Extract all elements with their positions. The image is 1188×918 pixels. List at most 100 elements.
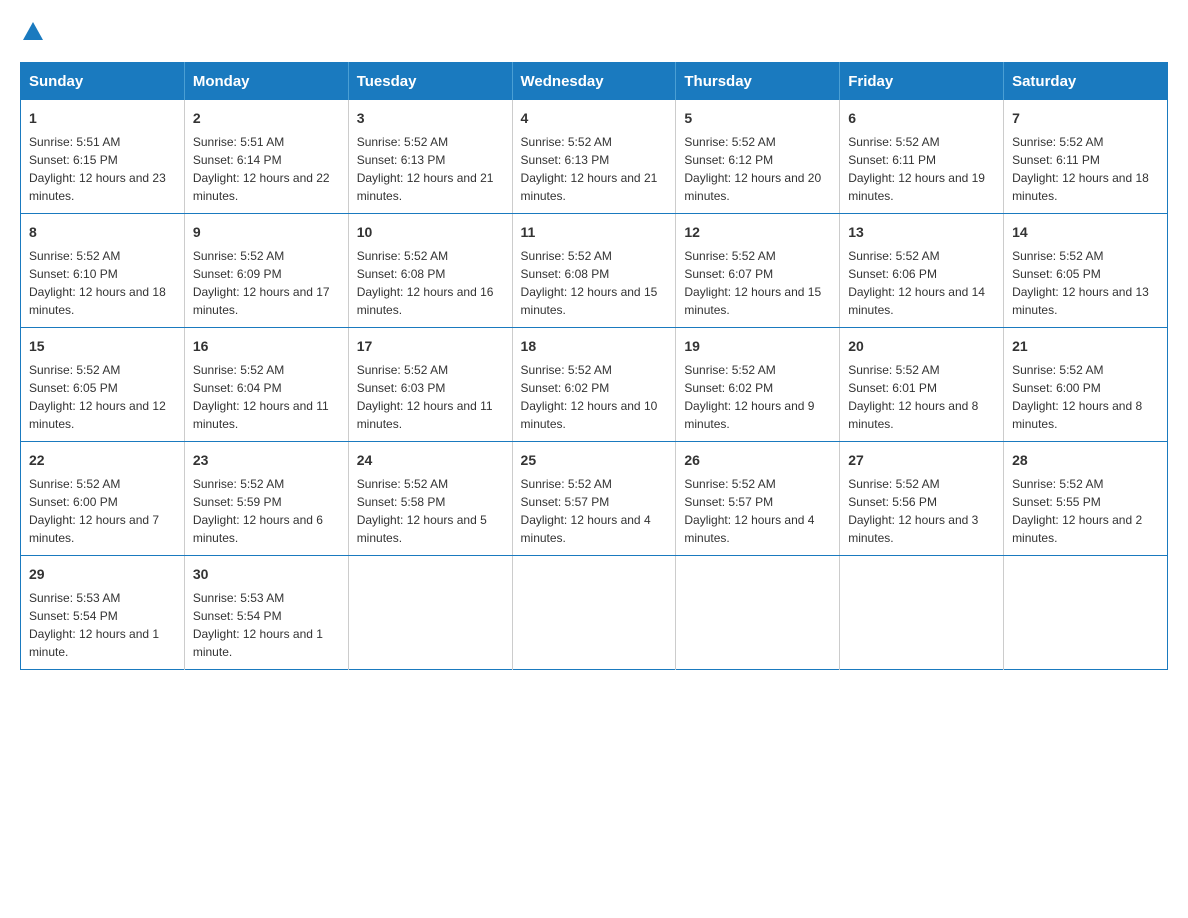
day-number: 30 (193, 564, 340, 585)
calendar-cell (840, 556, 1004, 670)
day-number: 8 (29, 222, 176, 243)
calendar-cell: 9 Sunrise: 5:52 AMSunset: 6:09 PMDayligh… (184, 214, 348, 328)
day-number: 22 (29, 450, 176, 471)
day-info: Sunrise: 5:52 AMSunset: 5:57 PMDaylight:… (521, 477, 651, 545)
weekday-header-monday: Monday (184, 63, 348, 101)
day-info: Sunrise: 5:51 AMSunset: 6:15 PMDaylight:… (29, 135, 166, 203)
calendar-cell: 19 Sunrise: 5:52 AMSunset: 6:02 PMDaylig… (676, 328, 840, 442)
calendar-week-row: 1 Sunrise: 5:51 AMSunset: 6:15 PMDayligh… (21, 100, 1168, 214)
weekday-header-wednesday: Wednesday (512, 63, 676, 101)
day-info: Sunrise: 5:52 AMSunset: 6:08 PMDaylight:… (357, 249, 494, 317)
day-number: 3 (357, 108, 504, 129)
calendar-cell: 26 Sunrise: 5:52 AMSunset: 5:57 PMDaylig… (676, 442, 840, 556)
calendar-cell: 28 Sunrise: 5:52 AMSunset: 5:55 PMDaylig… (1004, 442, 1168, 556)
day-info: Sunrise: 5:52 AMSunset: 6:01 PMDaylight:… (848, 363, 978, 431)
day-number: 27 (848, 450, 995, 471)
calendar-cell: 14 Sunrise: 5:52 AMSunset: 6:05 PMDaylig… (1004, 214, 1168, 328)
day-info: Sunrise: 5:52 AMSunset: 6:11 PMDaylight:… (848, 135, 985, 203)
day-number: 13 (848, 222, 995, 243)
day-info: Sunrise: 5:52 AMSunset: 6:02 PMDaylight:… (684, 363, 814, 431)
calendar-table: SundayMondayTuesdayWednesdayThursdayFrid… (20, 62, 1168, 670)
weekday-header-tuesday: Tuesday (348, 63, 512, 101)
weekday-header-saturday: Saturday (1004, 63, 1168, 101)
logo (20, 20, 44, 42)
day-number: 11 (521, 222, 668, 243)
day-info: Sunrise: 5:52 AMSunset: 6:02 PMDaylight:… (521, 363, 658, 431)
calendar-week-row: 15 Sunrise: 5:52 AMSunset: 6:05 PMDaylig… (21, 328, 1168, 442)
day-number: 10 (357, 222, 504, 243)
day-number: 6 (848, 108, 995, 129)
calendar-cell: 27 Sunrise: 5:52 AMSunset: 5:56 PMDaylig… (840, 442, 1004, 556)
page-header (20, 20, 1168, 42)
calendar-week-row: 8 Sunrise: 5:52 AMSunset: 6:10 PMDayligh… (21, 214, 1168, 328)
day-info: Sunrise: 5:51 AMSunset: 6:14 PMDaylight:… (193, 135, 330, 203)
day-number: 28 (1012, 450, 1159, 471)
calendar-header-row: SundayMondayTuesdayWednesdayThursdayFrid… (21, 63, 1168, 101)
calendar-cell: 3 Sunrise: 5:52 AMSunset: 6:13 PMDayligh… (348, 100, 512, 214)
calendar-cell: 16 Sunrise: 5:52 AMSunset: 6:04 PMDaylig… (184, 328, 348, 442)
calendar-cell: 30 Sunrise: 5:53 AMSunset: 5:54 PMDaylig… (184, 556, 348, 670)
day-info: Sunrise: 5:52 AMSunset: 6:07 PMDaylight:… (684, 249, 821, 317)
day-info: Sunrise: 5:52 AMSunset: 6:11 PMDaylight:… (1012, 135, 1149, 203)
day-info: Sunrise: 5:52 AMSunset: 6:09 PMDaylight:… (193, 249, 330, 317)
calendar-week-row: 29 Sunrise: 5:53 AMSunset: 5:54 PMDaylig… (21, 556, 1168, 670)
day-number: 29 (29, 564, 176, 585)
day-info: Sunrise: 5:52 AMSunset: 5:59 PMDaylight:… (193, 477, 323, 545)
day-info: Sunrise: 5:53 AMSunset: 5:54 PMDaylight:… (193, 591, 323, 659)
day-number: 5 (684, 108, 831, 129)
day-number: 26 (684, 450, 831, 471)
day-info: Sunrise: 5:52 AMSunset: 6:12 PMDaylight:… (684, 135, 821, 203)
day-info: Sunrise: 5:52 AMSunset: 5:56 PMDaylight:… (848, 477, 978, 545)
day-info: Sunrise: 5:52 AMSunset: 6:06 PMDaylight:… (848, 249, 985, 317)
calendar-cell: 15 Sunrise: 5:52 AMSunset: 6:05 PMDaylig… (21, 328, 185, 442)
day-info: Sunrise: 5:52 AMSunset: 6:13 PMDaylight:… (357, 135, 494, 203)
calendar-cell: 24 Sunrise: 5:52 AMSunset: 5:58 PMDaylig… (348, 442, 512, 556)
calendar-cell: 1 Sunrise: 5:51 AMSunset: 6:15 PMDayligh… (21, 100, 185, 214)
day-number: 15 (29, 336, 176, 357)
calendar-cell: 29 Sunrise: 5:53 AMSunset: 5:54 PMDaylig… (21, 556, 185, 670)
calendar-cell (1004, 556, 1168, 670)
calendar-cell: 17 Sunrise: 5:52 AMSunset: 6:03 PMDaylig… (348, 328, 512, 442)
calendar-cell: 18 Sunrise: 5:52 AMSunset: 6:02 PMDaylig… (512, 328, 676, 442)
day-number: 17 (357, 336, 504, 357)
day-number: 20 (848, 336, 995, 357)
day-info: Sunrise: 5:52 AMSunset: 6:10 PMDaylight:… (29, 249, 166, 317)
calendar-cell: 13 Sunrise: 5:52 AMSunset: 6:06 PMDaylig… (840, 214, 1004, 328)
weekday-header-sunday: Sunday (21, 63, 185, 101)
day-number: 16 (193, 336, 340, 357)
day-info: Sunrise: 5:52 AMSunset: 6:00 PMDaylight:… (29, 477, 159, 545)
calendar-cell: 22 Sunrise: 5:52 AMSunset: 6:00 PMDaylig… (21, 442, 185, 556)
calendar-cell (348, 556, 512, 670)
day-number: 19 (684, 336, 831, 357)
logo-triangle-icon (22, 20, 44, 42)
day-number: 25 (521, 450, 668, 471)
calendar-cell: 8 Sunrise: 5:52 AMSunset: 6:10 PMDayligh… (21, 214, 185, 328)
day-number: 1 (29, 108, 176, 129)
calendar-week-row: 22 Sunrise: 5:52 AMSunset: 6:00 PMDaylig… (21, 442, 1168, 556)
calendar-cell: 21 Sunrise: 5:52 AMSunset: 6:00 PMDaylig… (1004, 328, 1168, 442)
calendar-cell: 20 Sunrise: 5:52 AMSunset: 6:01 PMDaylig… (840, 328, 1004, 442)
day-info: Sunrise: 5:52 AMSunset: 6:05 PMDaylight:… (1012, 249, 1149, 317)
calendar-cell: 23 Sunrise: 5:52 AMSunset: 5:59 PMDaylig… (184, 442, 348, 556)
day-number: 24 (357, 450, 504, 471)
calendar-cell (512, 556, 676, 670)
calendar-cell: 5 Sunrise: 5:52 AMSunset: 6:12 PMDayligh… (676, 100, 840, 214)
day-number: 14 (1012, 222, 1159, 243)
day-number: 21 (1012, 336, 1159, 357)
day-info: Sunrise: 5:52 AMSunset: 6:04 PMDaylight:… (193, 363, 329, 431)
day-number: 12 (684, 222, 831, 243)
weekday-header-thursday: Thursday (676, 63, 840, 101)
calendar-cell (676, 556, 840, 670)
day-info: Sunrise: 5:52 AMSunset: 6:03 PMDaylight:… (357, 363, 493, 431)
calendar-cell: 25 Sunrise: 5:52 AMSunset: 5:57 PMDaylig… (512, 442, 676, 556)
calendar-cell: 7 Sunrise: 5:52 AMSunset: 6:11 PMDayligh… (1004, 100, 1168, 214)
day-info: Sunrise: 5:52 AMSunset: 6:08 PMDaylight:… (521, 249, 658, 317)
weekday-header-friday: Friday (840, 63, 1004, 101)
calendar-cell: 4 Sunrise: 5:52 AMSunset: 6:13 PMDayligh… (512, 100, 676, 214)
day-info: Sunrise: 5:52 AMSunset: 6:00 PMDaylight:… (1012, 363, 1142, 431)
calendar-cell: 2 Sunrise: 5:51 AMSunset: 6:14 PMDayligh… (184, 100, 348, 214)
calendar-cell: 12 Sunrise: 5:52 AMSunset: 6:07 PMDaylig… (676, 214, 840, 328)
day-info: Sunrise: 5:52 AMSunset: 5:55 PMDaylight:… (1012, 477, 1142, 545)
day-info: Sunrise: 5:52 AMSunset: 6:05 PMDaylight:… (29, 363, 166, 431)
day-number: 23 (193, 450, 340, 471)
